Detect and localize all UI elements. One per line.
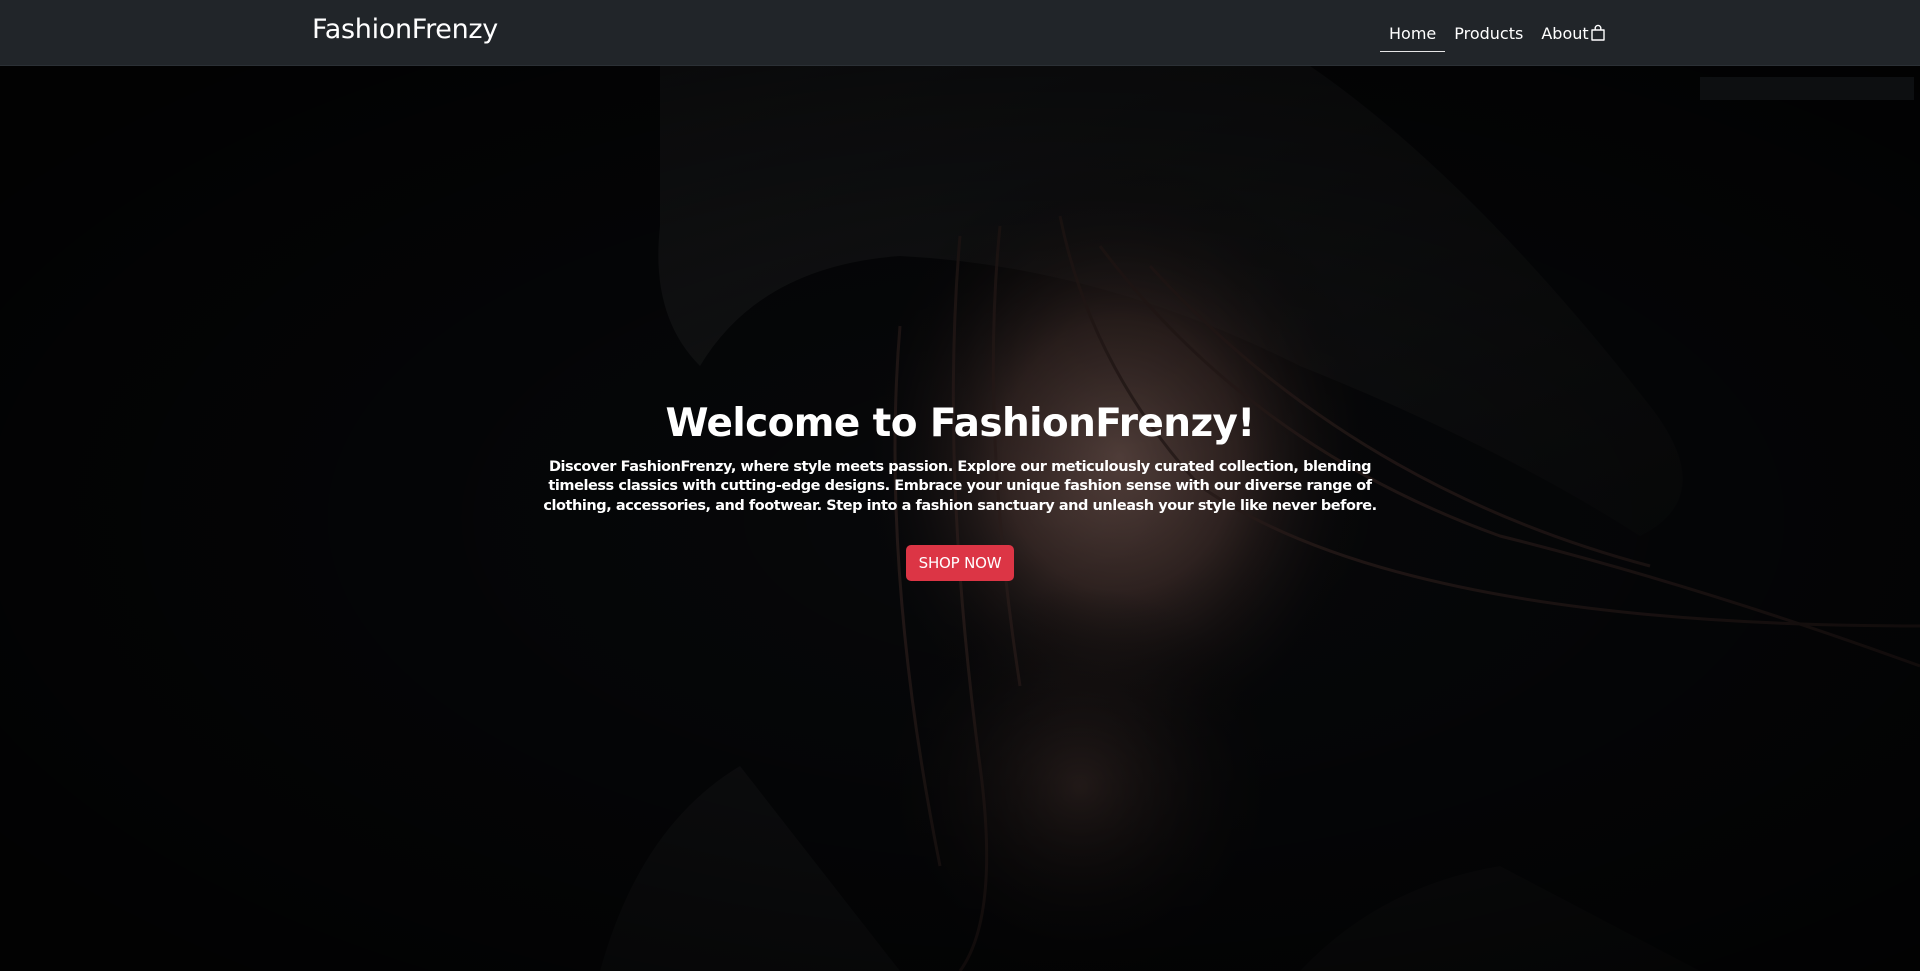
brand-logo[interactable]: FashionFrenzy (312, 14, 498, 45)
nav-link-home[interactable]: Home (1380, 0, 1446, 66)
overlay-box (1700, 77, 1914, 100)
shop-now-button[interactable]: SHOP NOW (905, 545, 1015, 582)
hero-description: Discover FashionFrenzy, where style meet… (543, 458, 1377, 514)
nav-link-products[interactable]: Products (1445, 0, 1532, 66)
shopping-bag-icon (1591, 24, 1605, 41)
hero-content: Welcome to FashionFrenzy! Discover Fashi… (520, 401, 1400, 582)
nav-links: Home Products About (1380, 0, 1598, 66)
hero-title: Welcome to FashionFrenzy! (665, 401, 1255, 446)
top-navbar: FashionFrenzy Home Products About (0, 0, 1920, 66)
hero-section: Welcome to FashionFrenzy! Discover Fashi… (0, 66, 1920, 971)
cart-button[interactable] (1588, 23, 1608, 43)
